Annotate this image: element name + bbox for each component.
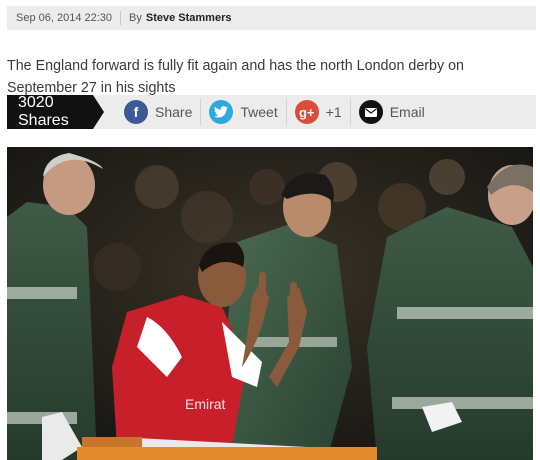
article-summary: The England forward is fully fit again a… [7,58,465,97]
email-share-label: Email [389,104,425,120]
envelope-icon [358,100,383,124]
share-bar: 3020 Shares f Share Tweet g+ +1 Email [7,94,536,129]
byline: By Steve Stammers [121,12,231,24]
share-count-badge: 3020 Shares [7,94,104,129]
byline-prefix: By [129,12,142,24]
jersey-sponsor-text: Emirat [185,396,226,412]
facebook-icon: f [124,100,148,124]
google-plus-share-button[interactable]: g+ +1 [294,95,342,129]
facebook-share-button[interactable]: f Share [124,95,192,129]
publish-date: Sep 06, 2014 22:30 [16,12,113,24]
twitter-share-button[interactable]: Tweet [209,95,278,129]
share-divider [200,99,202,125]
share-divider [349,99,351,125]
article-meta-bar: Sep 06, 2014 22:30 By Steve Stammers [7,6,536,30]
share-divider [285,99,287,125]
facebook-share-label: Share [155,104,193,120]
twitter-share-label: Tweet [240,104,278,120]
article-photo: Emirat [7,147,533,460]
author-link[interactable]: Steve Stammers [146,12,232,24]
article-photo-image: Emirat [7,147,533,460]
twitter-bird-icon [209,100,234,124]
google-plus-icon: g+ [294,100,319,124]
google-plus-label: +1 [325,104,342,120]
email-share-button[interactable]: Email [358,95,425,129]
